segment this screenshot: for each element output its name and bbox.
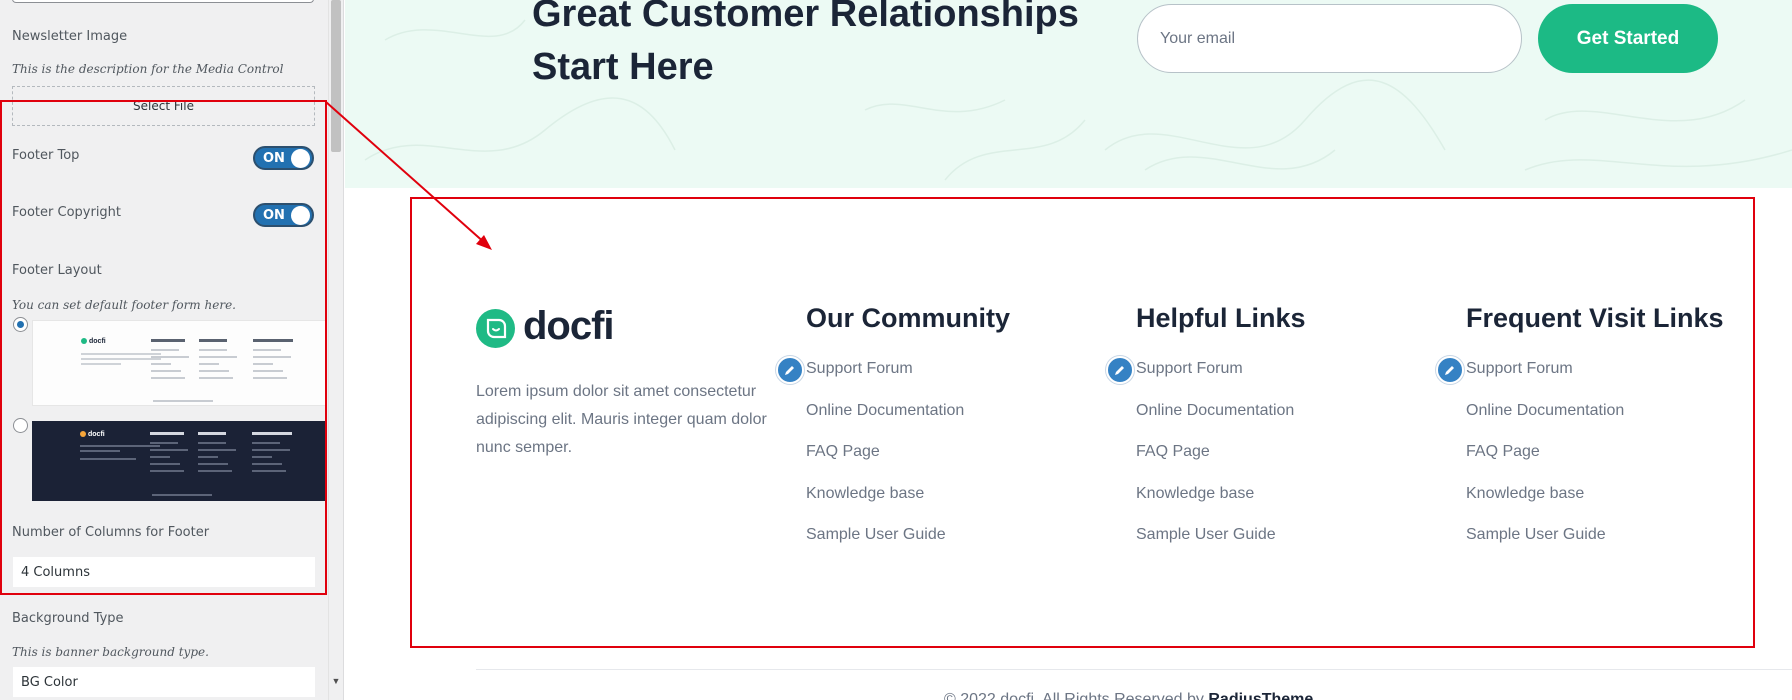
newsletter-title: Great Customer Relationships Start Here bbox=[532, 0, 1079, 88]
copyright-brand-link[interactable]: RadiusTheme bbox=[1208, 691, 1313, 700]
footer-copyright: © 2022 docfi. All Rights Reserved by Rad… bbox=[944, 691, 1313, 700]
email-input[interactable]: Your email bbox=[1137, 4, 1522, 73]
copyright-text: © 2022 docfi. All Rights Reserved by bbox=[944, 691, 1204, 700]
newsletter-image-label: Newsletter Image bbox=[12, 29, 128, 44]
get-started-button[interactable]: Get Started bbox=[1538, 4, 1718, 73]
annotation-box-sidebar bbox=[0, 100, 327, 595]
bg-type-label: Background Type bbox=[12, 611, 124, 626]
chevron-down-icon[interactable]: ▼ bbox=[331, 676, 341, 686]
newsletter-image-desc: This is the description for the Media Co… bbox=[12, 62, 284, 76]
newsletter-section: Great Customer Relationships Start Here … bbox=[345, 0, 1792, 188]
bg-type-desc: This is banner background type. bbox=[12, 645, 209, 659]
annotation-box-footer bbox=[410, 197, 1755, 648]
bg-type-select[interactable]: BG Color bbox=[12, 666, 316, 698]
previous-control-edge bbox=[12, 0, 314, 3]
sidebar-scrollbar-thumb[interactable] bbox=[331, 0, 341, 152]
footer-divider bbox=[476, 669, 1792, 670]
